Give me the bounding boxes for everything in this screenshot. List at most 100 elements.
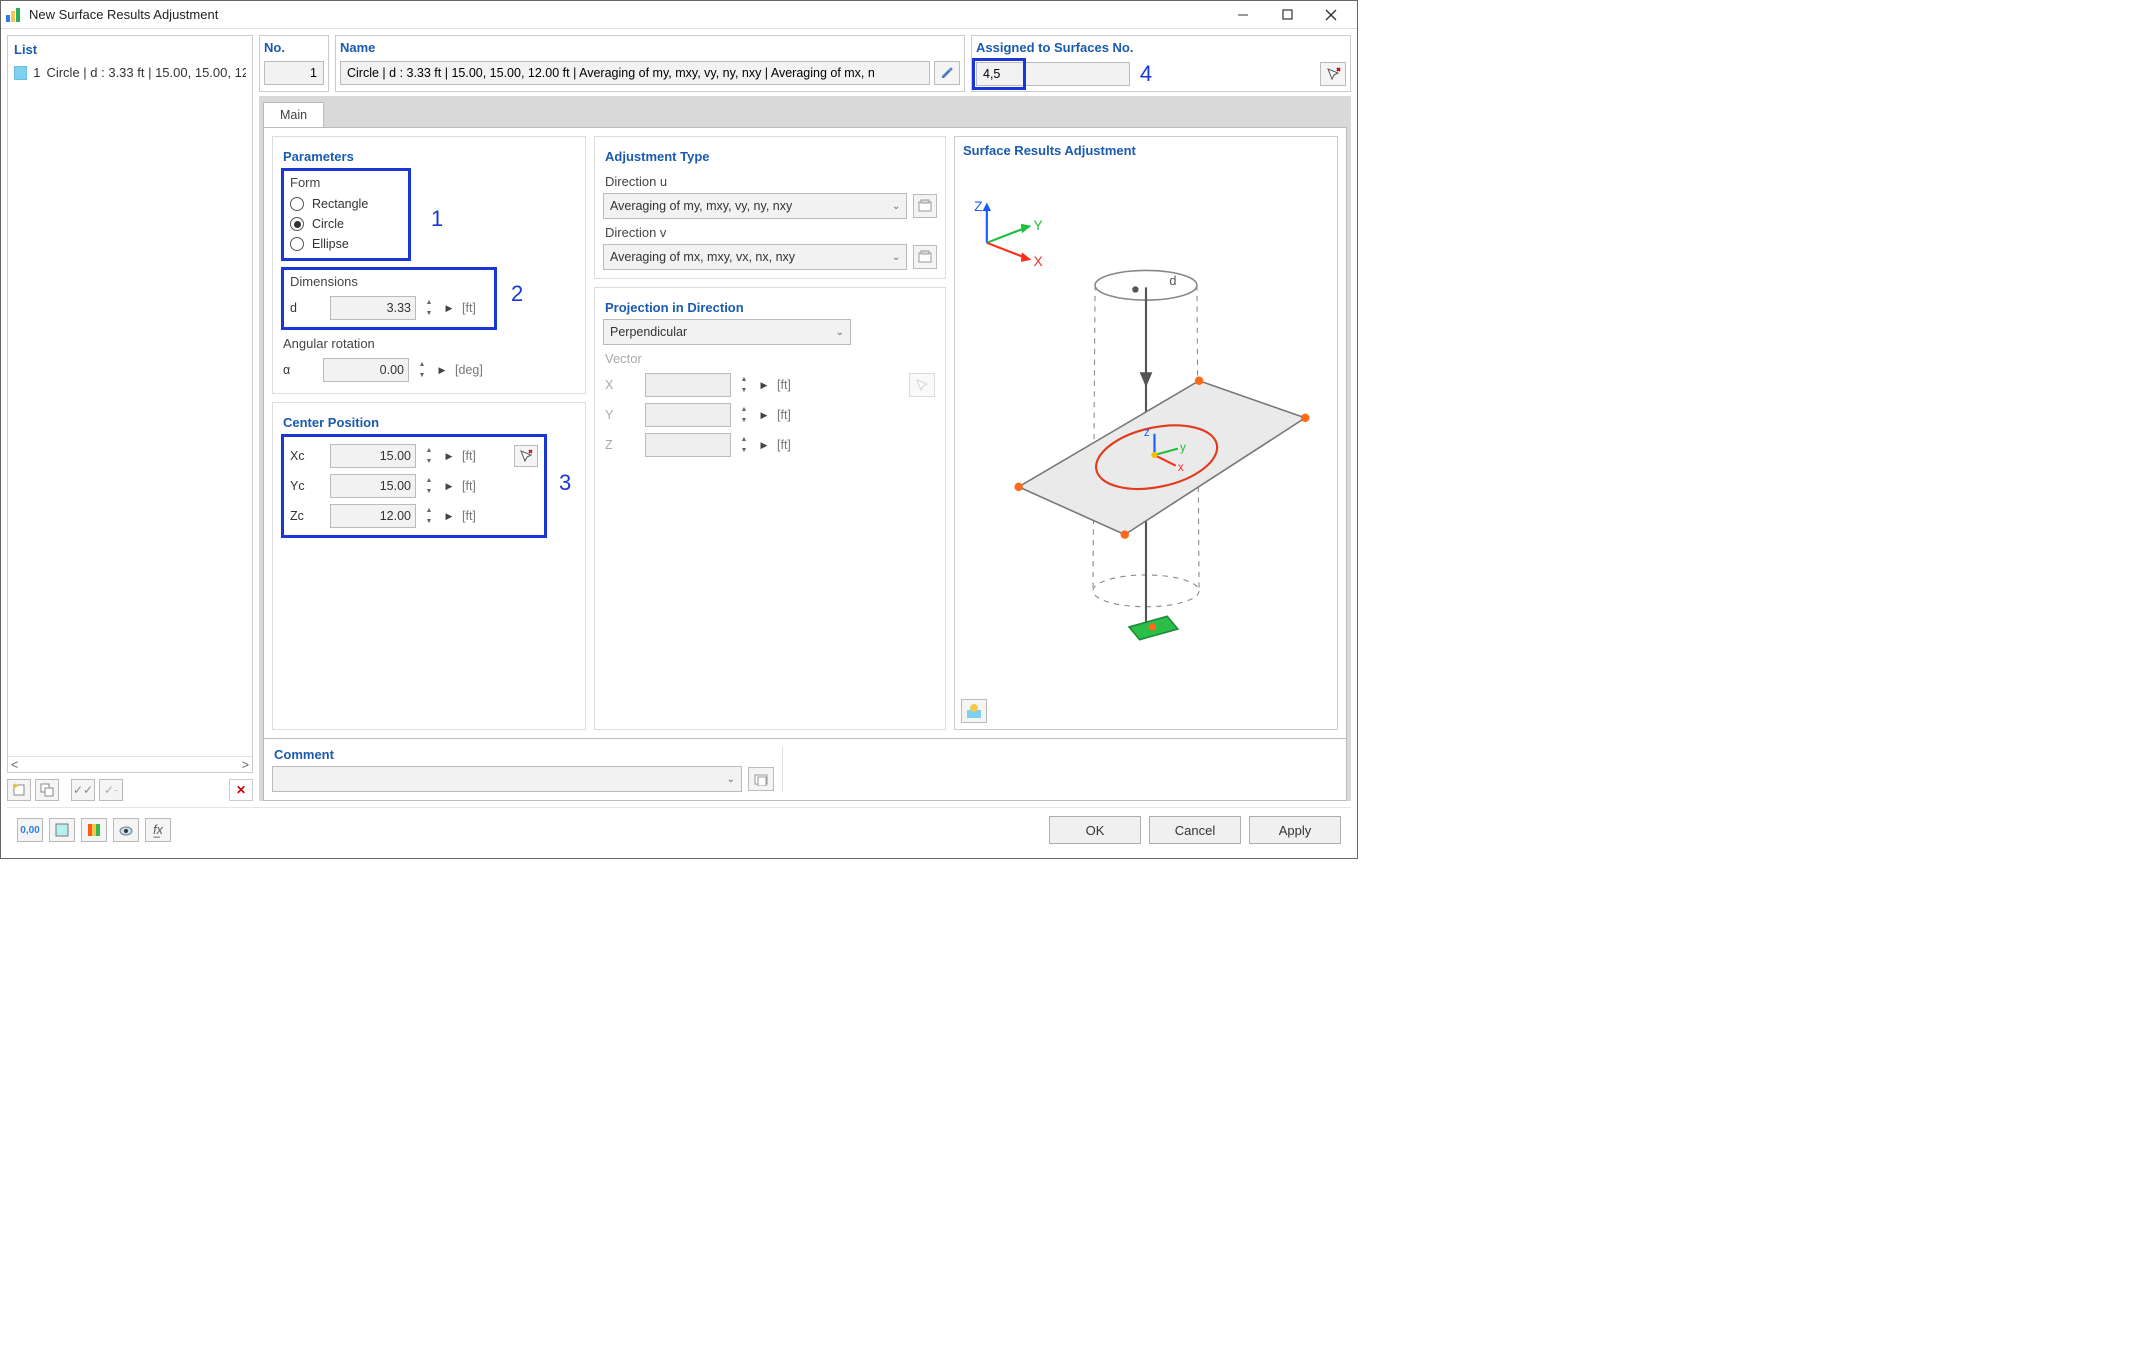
comment-select[interactable]: ⌄ xyxy=(272,766,742,792)
d-input[interactable]: 3.33 xyxy=(330,296,416,320)
xc-input[interactable]: 15.00 xyxy=(330,444,416,468)
yc-input[interactable]: 15.00 xyxy=(330,474,416,498)
xc-unit: [ft] xyxy=(462,449,476,463)
titlebar: New Surface Results Adjustment xyxy=(1,1,1357,29)
d-unit: [ft] xyxy=(462,301,476,315)
assigned-surfaces-input[interactable] xyxy=(976,62,1130,86)
preview-reset-button[interactable] xyxy=(961,699,987,723)
projection-title: Projection in Direction xyxy=(603,296,937,319)
dir-u-select[interactable]: Averaging of my, mxy, vy, ny, nxy⌄ xyxy=(603,193,907,219)
svg-text:Y: Y xyxy=(1034,218,1043,233)
pick-center-button[interactable] xyxy=(514,445,538,467)
dir-v-select[interactable]: Averaging of mx, mxy, vx, nx, nxy⌄ xyxy=(603,244,907,270)
callout-1: 1 xyxy=(431,206,443,232)
form-circle-label: Circle xyxy=(312,217,344,231)
zc-unit: [ft] xyxy=(462,509,476,523)
window-title: New Surface Results Adjustment xyxy=(29,7,1221,22)
vec-z-unit: [ft] xyxy=(777,438,791,452)
cancel-button[interactable]: Cancel xyxy=(1149,816,1241,844)
zc-label: Zc xyxy=(290,509,324,523)
uncheck-all-button[interactable]: ✓– xyxy=(99,779,123,801)
tab-main[interactable]: Main xyxy=(263,102,324,127)
xc-label: Xc xyxy=(290,449,324,463)
xc-spinner[interactable]: ▲▼ xyxy=(422,445,436,467)
svg-text:X: X xyxy=(1034,254,1043,269)
check-all-button[interactable]: ✓✓ xyxy=(71,779,95,801)
units-button[interactable]: 0,00 xyxy=(17,818,43,842)
svg-text:z: z xyxy=(1144,426,1150,439)
zc-spinner[interactable]: ▲▼ xyxy=(422,505,436,527)
vec-z-label: Z xyxy=(605,438,639,452)
vec-x-unit: [ft] xyxy=(777,378,791,392)
name-input[interactable] xyxy=(340,61,930,85)
app-icon xyxy=(5,7,23,23)
vec-z-spinner: ▲▼ xyxy=(737,434,751,456)
callout-4: 4 xyxy=(1140,61,1152,87)
dir-u-lib-button[interactable] xyxy=(913,194,937,218)
alpha-input[interactable]: 0.00 xyxy=(323,358,409,382)
preview-canvas[interactable]: Z Y X d xyxy=(955,164,1337,693)
vec-y-unit: [ft] xyxy=(777,408,791,422)
footer: 0,00 f͟x OK Cancel Apply xyxy=(7,807,1351,852)
d-label: d xyxy=(290,301,324,315)
apply-button[interactable]: Apply xyxy=(1249,816,1341,844)
form-rectangle-label: Rectangle xyxy=(312,197,368,211)
yc-spinner[interactable]: ▲▼ xyxy=(422,475,436,497)
minimize-button[interactable] xyxy=(1221,1,1265,29)
preview-title: Surface Results Adjustment xyxy=(955,137,1337,164)
callout-3: 3 xyxy=(559,470,571,496)
ok-button[interactable]: OK xyxy=(1049,816,1141,844)
dimensions-label: Dimensions xyxy=(288,274,490,293)
form-circle[interactable]: Circle xyxy=(288,214,404,234)
form-label: Form xyxy=(288,175,404,194)
xc-menu[interactable]: ▶ xyxy=(442,445,456,467)
vec-x-menu: ▶ xyxy=(757,374,771,396)
comment-title: Comment xyxy=(272,747,774,766)
pick-surfaces-button[interactable] xyxy=(1320,62,1346,86)
colors-button[interactable] xyxy=(81,818,107,842)
list-item-num: 1 xyxy=(33,65,40,80)
name-label: Name xyxy=(336,36,964,57)
pick-vector-button xyxy=(909,373,935,397)
delete-item-button[interactable]: ✕ xyxy=(229,779,253,801)
zc-menu[interactable]: ▶ xyxy=(442,505,456,527)
list-item-swatch xyxy=(14,66,27,80)
svg-text:Z: Z xyxy=(974,199,982,214)
comment-lib-button[interactable] xyxy=(748,767,774,791)
copy-item-button[interactable] xyxy=(35,779,59,801)
camera-button[interactable] xyxy=(113,818,139,842)
list-scrollbar[interactable]: <> xyxy=(8,756,252,772)
adjust-title: Adjustment Type xyxy=(603,145,937,168)
dir-v-label: Direction v xyxy=(603,219,937,244)
angular-label: Angular rotation xyxy=(281,330,577,355)
vec-z-menu: ▶ xyxy=(757,434,771,456)
d-spinner[interactable]: ▲▼ xyxy=(422,297,436,319)
callout-2: 2 xyxy=(511,281,523,307)
zc-input[interactable]: 12.00 xyxy=(330,504,416,528)
maximize-button[interactable] xyxy=(1265,1,1309,29)
close-button[interactable] xyxy=(1309,1,1353,29)
d-menu[interactable]: ▶ xyxy=(442,297,456,319)
dir-v-lib-button[interactable] xyxy=(913,245,937,269)
dir-u-value: Averaging of my, mxy, vy, ny, nxy xyxy=(610,199,792,213)
assigned-label: Assigned to Surfaces No. xyxy=(972,36,1350,57)
formula-button[interactable]: f͟x xyxy=(145,818,171,842)
edit-name-button[interactable] xyxy=(934,61,960,85)
no-input[interactable] xyxy=(264,61,324,85)
alpha-spinner[interactable]: ▲▼ xyxy=(415,359,429,381)
projection-select[interactable]: Perpendicular⌄ xyxy=(603,319,851,345)
form-ellipse[interactable]: Ellipse xyxy=(288,234,404,254)
list-item-text: Circle | d : 3.33 ft | 15.00, 15.00, 12.… xyxy=(46,65,246,80)
dialog-window: New Surface Results Adjustment List 1 Ci… xyxy=(0,0,1358,859)
new-item-button[interactable]: ✶ xyxy=(7,779,31,801)
display-button[interactable] xyxy=(49,818,75,842)
alpha-menu[interactable]: ▶ xyxy=(435,359,449,381)
form-rectangle[interactable]: Rectangle xyxy=(288,194,404,214)
vec-y-spinner: ▲▼ xyxy=(737,404,751,426)
yc-menu[interactable]: ▶ xyxy=(442,475,456,497)
list-item[interactable]: 1 Circle | d : 3.33 ft | 15.00, 15.00, 1… xyxy=(10,63,250,82)
vector-label: Vector xyxy=(603,345,937,370)
svg-text:✶: ✶ xyxy=(12,783,20,791)
list-body[interactable]: 1 Circle | d : 3.33 ft | 15.00, 15.00, 1… xyxy=(8,61,252,756)
center-title: Center Position xyxy=(281,411,577,434)
